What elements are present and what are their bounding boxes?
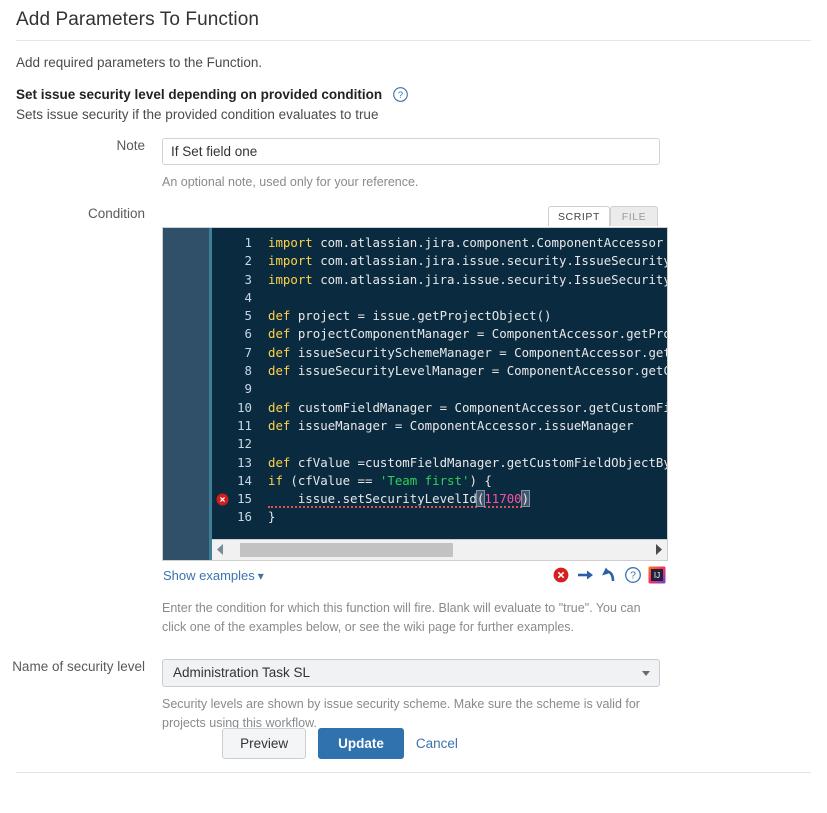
code-line[interactable]: 4 <box>212 289 667 307</box>
function-name: Set issue security level depending on pr… <box>16 87 383 103</box>
line-code: import com.atlassian.jira.component.Comp… <box>268 235 664 250</box>
line-number: 4 <box>244 289 252 305</box>
line-number: 14 <box>237 472 252 488</box>
code-line[interactable]: 3 import com.atlassian.jira.issue.securit… <box>212 271 667 289</box>
page-title: Add Parameters To Function <box>16 9 260 30</box>
code-line[interactable]: 12 <box>212 435 667 453</box>
security-level-label: Name of security level <box>12 659 145 674</box>
code-clip: 1 import com.atlassian.jira.component.Com… <box>212 228 668 530</box>
cancel-link[interactable]: Cancel <box>416 736 458 751</box>
tab-file[interactable]: FILE <box>610 206 658 226</box>
security-level-row: Name of security level Administration Ta… <box>0 659 827 733</box>
line-number: 16 <box>237 509 252 525</box>
line-number: 8 <box>244 363 252 379</box>
condition-label: Condition <box>87 206 145 221</box>
line-number: 6 <box>244 326 252 342</box>
scroll-left-arrow-icon[interactable] <box>212 540 229 559</box>
tab-script[interactable]: SCRIPT <box>548 206 610 226</box>
line-code: } <box>268 509 276 525</box>
function-summary: Set issue security level depending on pr… <box>0 70 827 122</box>
note-input[interactable] <box>162 138 660 165</box>
line-code: def project = issue.getProjectObject() <box>268 308 552 324</box>
code-line[interactable]: 10 def customFieldManager = ComponentAcce… <box>212 399 667 417</box>
show-examples-link[interactable]: Show examples ▾​ <box>163 568 264 583</box>
line-code: import com.atlassian.jira.issue.security… <box>268 253 667 269</box>
line-code: def issueManager = ComponentAccessor.iss… <box>268 417 634 433</box>
editor-footer: Show examples▾​ <box>162 566 668 592</box>
bottom-divider <box>16 772 811 773</box>
line-number: 9 <box>244 381 252 397</box>
add-parameters-page: Add Parameters To Function Add required … <box>0 0 827 813</box>
help-circle-icon[interactable]: ? <box>624 566 642 584</box>
code-line[interactable]: 5 def project = issue.getProjectObject() <box>212 307 667 325</box>
code-line[interactable]: 8 def issueSecurityLevelManager = Compone… <box>212 362 667 380</box>
editor-tabs: SCRIPT FILE <box>162 206 668 227</box>
svg-text:IJ: IJ <box>654 571 660 580</box>
line-code: def issueSecuritySchemeManager = Compone… <box>268 344 668 360</box>
page-intro-text: Add required parameters to the Function. <box>16 55 263 70</box>
arrow-curve-up-icon[interactable] <box>600 566 618 584</box>
update-button[interactable]: Update <box>318 728 404 759</box>
code-line[interactable]: 14 if (cfValue == 'Team first') { <box>212 472 667 490</box>
code-line[interactable]: 1 import com.atlassian.jira.component.Com… <box>212 234 667 252</box>
condition-row: Condition SCRIPT FILE 1 import com.atlass… <box>0 206 827 637</box>
function-description: Sets issue security if the provided cond… <box>16 107 379 122</box>
line-number: 1 <box>244 235 252 250</box>
note-label: Note <box>116 138 145 153</box>
code-line[interactable]: 11 def issueManager = ComponentAccessor.i… <box>212 417 667 435</box>
show-examples-label: Show examples <box>163 568 255 583</box>
note-field-wrap: An optional note, used only for your ref… <box>162 138 827 192</box>
code-line[interactable]: 6 def projectComponentManager = Component… <box>212 325 667 343</box>
editor-footer-icons: ? IJ <box>552 566 666 584</box>
line-number: 2 <box>244 253 252 269</box>
line-number: 11 <box>237 417 252 433</box>
parameters-form: Note An optional note, used only for you… <box>0 138 827 733</box>
scrollbar-thumb[interactable] <box>239 543 454 557</box>
error-circle-icon[interactable] <box>552 566 570 584</box>
arrow-right-icon[interactable] <box>576 566 594 584</box>
code-line[interactable]: 7 def issueSecuritySchemeManager = Compon… <box>212 344 668 362</box>
line-code: if (cfValue == 'Team first') { <box>268 472 492 488</box>
editor-horizontal-scrollbar[interactable] <box>212 539 667 560</box>
line-code: def projectComponentManager = ComponentA… <box>268 326 667 342</box>
line-number: 7 <box>244 344 252 360</box>
condition-field-wrap: SCRIPT FILE 1 import com.atlassian.jira.c… <box>162 206 827 637</box>
code-line[interactable]: 13 def cfValue =customFieldManager.getCus… <box>212 454 668 472</box>
svg-text:?: ? <box>397 90 402 101</box>
line-number: 3 <box>244 271 252 287</box>
code-line[interactable]: 9 <box>212 380 667 398</box>
question-circle-icon[interactable]: ? <box>392 87 408 103</box>
double-chevron-down-icon: ▾​ <box>257 569 264 583</box>
condition-hint: Enter the condition for which this funct… <box>162 601 641 634</box>
editor-gutter[interactable] <box>163 228 209 560</box>
security-level-select[interactable]: Administration Task SL <box>162 659 660 687</box>
line-code: def issueSecurityLevelManager = Componen… <box>268 363 667 379</box>
line-code: issue.setSecurityLevelId(11700) <box>268 490 531 509</box>
line-code: def customFieldManager = ComponentAccess… <box>268 399 667 415</box>
code-line[interactable]: 16} <box>212 508 667 526</box>
line-number: 15 <box>237 491 252 507</box>
line-number: 12 <box>237 436 252 452</box>
line-number: 10 <box>237 399 252 415</box>
form-actions: Preview Update Cancel <box>0 728 680 759</box>
preview-button[interactable]: Preview <box>222 728 307 759</box>
note-hint: An optional note, used only for your ref… <box>162 175 419 189</box>
svg-text:?: ? <box>630 570 636 582</box>
scroll-right-arrow-icon[interactable] <box>650 540 667 559</box>
line-code: def cfValue =customFieldManager.getCusto… <box>268 454 668 470</box>
chevron-down-icon <box>642 671 650 676</box>
security-level-field-wrap: Administration Task SL Security levels a… <box>162 659 827 733</box>
code-line[interactable]: 2 import com.atlassian.jira.issue.securit… <box>212 252 667 270</box>
intellij-idea-icon[interactable]: IJ <box>648 566 666 584</box>
line-number: 13 <box>237 454 252 470</box>
code-line[interactable]: 15 issue.setSecurityLevelId(11700) <box>212 490 667 509</box>
code-lines[interactable]: 1 import com.atlassian.jira.component.Com… <box>212 234 668 527</box>
note-row: Note An optional note, used only for you… <box>0 138 827 192</box>
line-code: import com.atlassian.jira.issue.security… <box>268 271 667 287</box>
security-level-selected-value: Administration Task SL <box>173 665 311 680</box>
script-editor[interactable]: 1 import com.atlassian.jira.component.Com… <box>162 227 668 561</box>
line-number: 5 <box>244 308 252 324</box>
